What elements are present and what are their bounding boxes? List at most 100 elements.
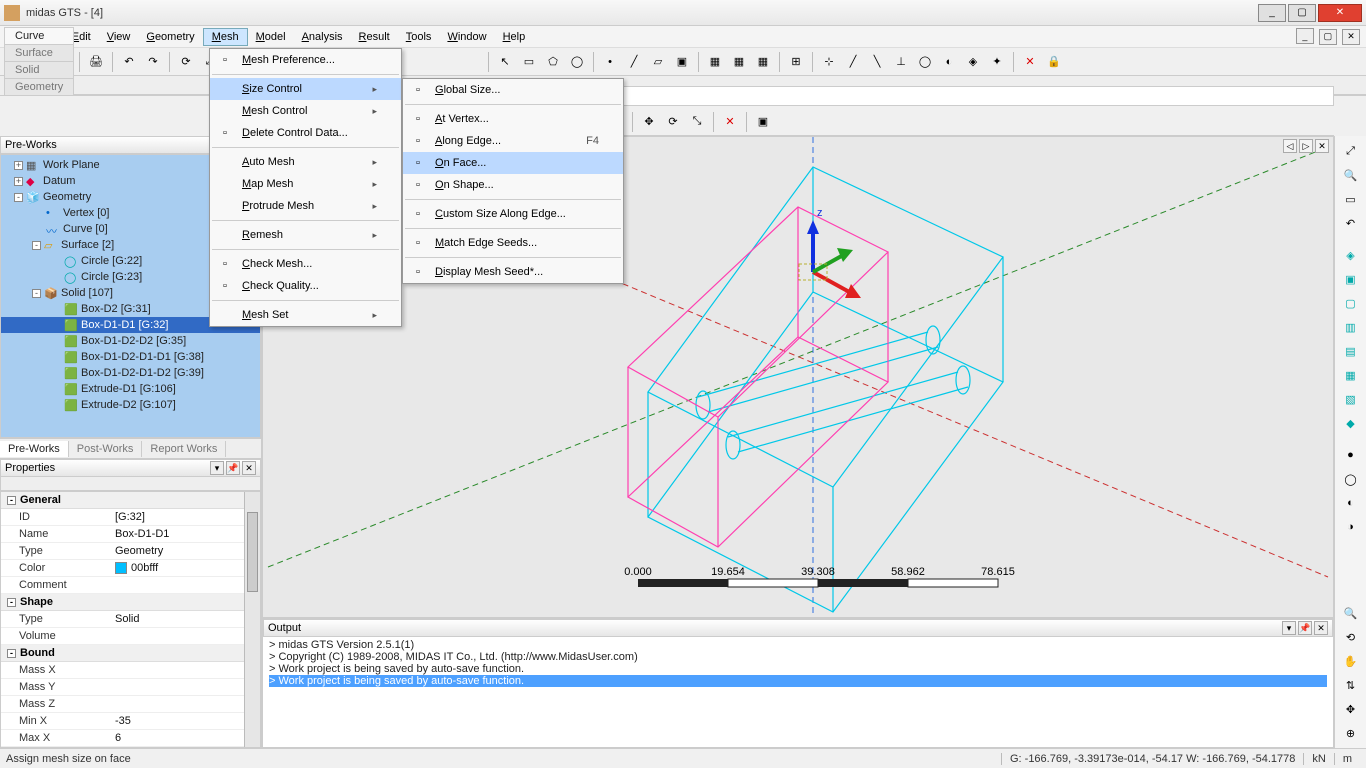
menu-item-delete-control-data[interactable]: ▫Delete Control Data... bbox=[210, 122, 401, 144]
maximize-button[interactable]: ▢ bbox=[1288, 4, 1316, 22]
viewport-next-button[interactable]: ▷ bbox=[1299, 139, 1313, 153]
props-group-header[interactable]: - General bbox=[1, 492, 244, 509]
grid3-button[interactable]: ▦ bbox=[752, 51, 774, 73]
props-row[interactable]: Mass Y bbox=[1, 679, 244, 696]
snap-perp-button[interactable]: ⊥ bbox=[890, 51, 912, 73]
render-shaded-icon[interactable]: ● bbox=[1339, 444, 1363, 466]
refresh-button[interactable]: ⟳ bbox=[175, 51, 197, 73]
props-row[interactable]: Mass X bbox=[1, 662, 244, 679]
props-row[interactable]: Min X-35 bbox=[1, 713, 244, 730]
props-row[interactable]: Volume bbox=[1, 628, 244, 645]
menu-item-mesh-preference[interactable]: ▫Mesh Preference... bbox=[210, 49, 401, 71]
viewport-close-button[interactable]: ✕ bbox=[1315, 139, 1329, 153]
grid2-button[interactable]: ▦ bbox=[728, 51, 750, 73]
menu-geometry[interactable]: Geometry bbox=[138, 29, 202, 45]
view-bottom-icon[interactable]: ▧ bbox=[1339, 388, 1363, 410]
menu-item-global-size[interactable]: ▫Global Size... bbox=[403, 79, 623, 101]
properties-scrollbar[interactable] bbox=[244, 492, 260, 747]
view-persp-icon[interactable]: ◆ bbox=[1339, 412, 1363, 434]
snap-line2-button[interactable]: ╲ bbox=[866, 51, 888, 73]
view-front-icon[interactable]: ▢ bbox=[1339, 292, 1363, 314]
menu-item-check-quality[interactable]: ▫Check Quality... bbox=[210, 275, 401, 297]
rotate-free-icon[interactable]: ⟲ bbox=[1339, 626, 1363, 648]
render-hidden-icon[interactable]: ◐ bbox=[1339, 492, 1363, 514]
snap-grid-button[interactable]: ⊹ bbox=[818, 51, 840, 73]
mdi-restore-button[interactable]: ▢ bbox=[1319, 29, 1337, 45]
output-body[interactable]: > midas GTS Version 2.5.1(1)> Copyright … bbox=[263, 637, 1333, 747]
snap-end-button[interactable]: ✦ bbox=[986, 51, 1008, 73]
menu-item-protrude-mesh[interactable]: Protrude Mesh▸ bbox=[210, 195, 401, 217]
menu-view[interactable]: View bbox=[99, 29, 139, 45]
view-top-icon[interactable]: ▣ bbox=[1339, 268, 1363, 290]
props-row[interactable]: ID[G:32] bbox=[1, 509, 244, 526]
menu-analysis[interactable]: Analysis bbox=[294, 29, 351, 45]
view-zoom-icon[interactable]: 🔍 bbox=[1339, 164, 1363, 186]
del-icon[interactable]: ✕ bbox=[719, 111, 741, 133]
menu-window[interactable]: Window bbox=[439, 29, 494, 45]
output-close-button[interactable]: ✕ bbox=[1314, 621, 1328, 635]
select-circle-button[interactable]: ◯ bbox=[566, 51, 588, 73]
tree-node[interactable]: 🟩Extrude-D2 [G:107] bbox=[1, 397, 260, 413]
pick-node-button[interactable]: • bbox=[599, 51, 621, 73]
close-button[interactable]: ✕ bbox=[1318, 4, 1362, 22]
snap-mid-button[interactable]: ◈ bbox=[962, 51, 984, 73]
works-tab-post-works[interactable]: Post-Works bbox=[69, 441, 143, 457]
dynamic-zoom-icon[interactable]: ⇅ bbox=[1339, 674, 1363, 696]
menu-item-remesh[interactable]: Remesh▸ bbox=[210, 224, 401, 246]
works-tab-pre-works[interactable]: Pre-Works bbox=[0, 441, 69, 457]
pan-icon[interactable]: ✋ bbox=[1339, 650, 1363, 672]
snap-circle-button[interactable]: ◯ bbox=[914, 51, 936, 73]
menu-item-on-face[interactable]: ▫On Face... bbox=[403, 152, 623, 174]
select-arrow-button[interactable]: ↖ bbox=[494, 51, 516, 73]
select-rect-button[interactable]: ▭ bbox=[518, 51, 540, 73]
redo-button[interactable]: ↷ bbox=[142, 51, 164, 73]
properties-pin-button[interactable]: 📌 bbox=[226, 461, 240, 475]
tree-expander-icon[interactable]: + bbox=[14, 161, 23, 170]
output-dropdown-button[interactable]: ▾ bbox=[1282, 621, 1296, 635]
status-unit-force[interactable]: kN bbox=[1303, 753, 1333, 765]
view-prev-icon[interactable]: ↶ bbox=[1339, 212, 1363, 234]
tree-expander-icon[interactable]: - bbox=[32, 289, 41, 298]
view-zoomwin-icon[interactable]: ▭ bbox=[1339, 188, 1363, 210]
menu-item-check-mesh[interactable]: ▫Check Mesh... bbox=[210, 253, 401, 275]
print-button[interactable]: 🖨 bbox=[85, 51, 107, 73]
props-row[interactable]: Comment bbox=[1, 577, 244, 594]
menu-tools[interactable]: Tools bbox=[398, 29, 440, 45]
zoom-region-icon[interactable]: 🔍 bbox=[1339, 602, 1363, 624]
snap-arc-button[interactable]: ◐ bbox=[938, 51, 960, 73]
tab-curve[interactable]: Curve bbox=[4, 27, 74, 44]
tab-geometry[interactable]: Geometry bbox=[4, 78, 74, 95]
collapse-icon[interactable]: - bbox=[7, 649, 16, 658]
menu-help[interactable]: Help bbox=[495, 29, 534, 45]
collapse-icon[interactable]: - bbox=[7, 496, 16, 505]
render-edge-icon[interactable]: ◑ bbox=[1339, 516, 1363, 538]
undo-button[interactable]: ↶ bbox=[118, 51, 140, 73]
properties-dropdown-button[interactable]: ▾ bbox=[210, 461, 224, 475]
tree-node[interactable]: 🟩Box-D1-D2-D1-D2 [G:39] bbox=[1, 365, 260, 381]
view-left-icon[interactable]: ▤ bbox=[1339, 340, 1363, 362]
menu-item-map-mesh[interactable]: Map Mesh▸ bbox=[210, 173, 401, 195]
tree-node[interactable]: 🟩Extrude-D1 [G:106] bbox=[1, 381, 260, 397]
props-row[interactable]: TypeSolid bbox=[1, 611, 244, 628]
pick-solid-button[interactable]: ▣ bbox=[671, 51, 693, 73]
select-poly-button[interactable]: ⬠ bbox=[542, 51, 564, 73]
viewport-prev-button[interactable]: ◁ bbox=[1283, 139, 1297, 153]
menu-item-along-edge[interactable]: ▫Along Edge...F4 bbox=[403, 130, 623, 152]
tree-expander-icon[interactable]: + bbox=[14, 177, 23, 186]
menu-model[interactable]: Model bbox=[248, 29, 294, 45]
view-fit-icon[interactable]: ⤢ bbox=[1339, 140, 1363, 162]
pick-edge-button[interactable]: ╱ bbox=[623, 51, 645, 73]
menu-item-mesh-set[interactable]: Mesh Set▸ bbox=[210, 304, 401, 326]
tab-solid[interactable]: Solid bbox=[4, 61, 74, 78]
works-tab-report-works[interactable]: Report Works bbox=[142, 441, 226, 457]
view-back-icon[interactable]: ▦ bbox=[1339, 364, 1363, 386]
props-row[interactable]: NameBox-D1-D1 bbox=[1, 526, 244, 543]
menu-item-display-mesh-seed[interactable]: ▫Display Mesh Seed*... bbox=[403, 261, 623, 283]
menu-item-at-vertex[interactable]: ▫At Vertex... bbox=[403, 108, 623, 130]
status-unit-length[interactable]: m bbox=[1334, 753, 1360, 765]
props-group-header[interactable]: - Shape bbox=[1, 594, 244, 611]
props-row[interactable]: Mass Z bbox=[1, 696, 244, 713]
menu-item-auto-mesh[interactable]: Auto Mesh▸ bbox=[210, 151, 401, 173]
move-icon[interactable]: ✥ bbox=[638, 111, 660, 133]
props-row[interactable]: Max X6 bbox=[1, 730, 244, 747]
